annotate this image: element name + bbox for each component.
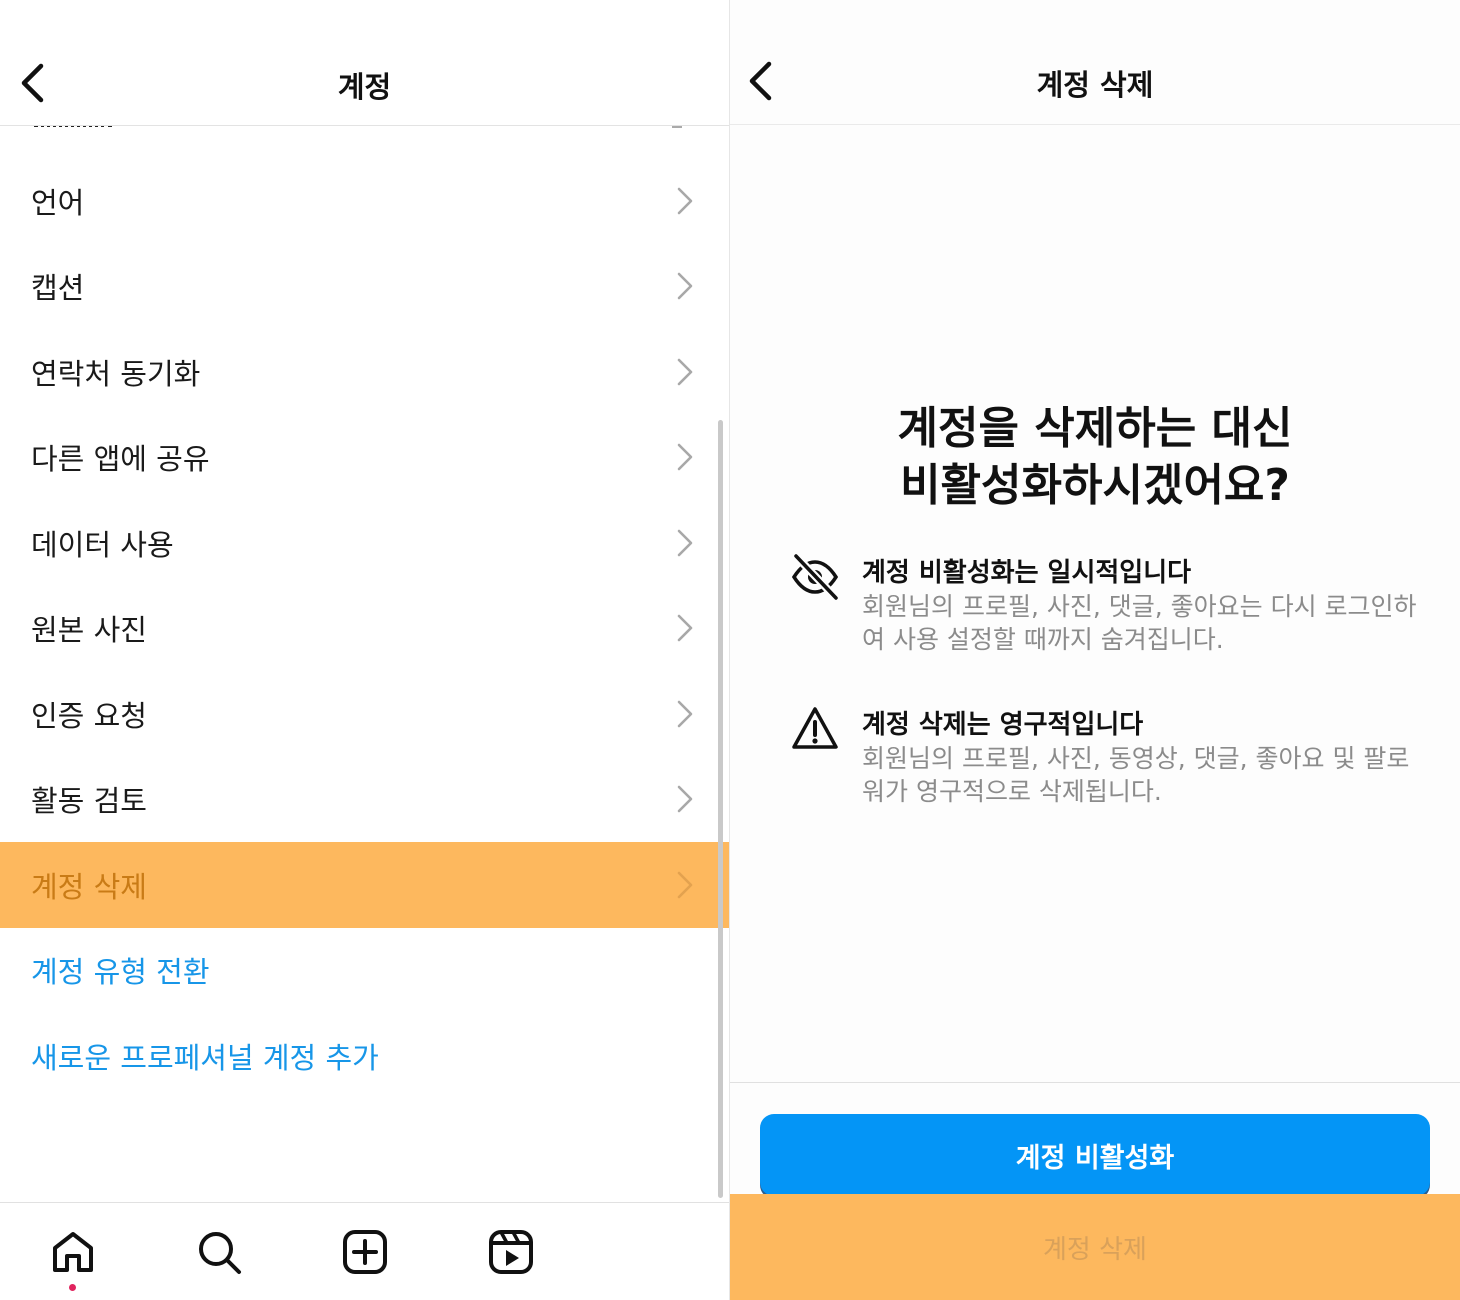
menu-item-label: 새로운 프로페셔널 계정 추가 (31, 1040, 379, 1075)
chevron-right-icon (677, 785, 693, 813)
left-header: 계정 (0, 0, 729, 126)
settings-menu: 언어 캡션 연락처 동기화 다른 앱에 공유 데이터 사용 원본 사진 인증 요… (0, 158, 729, 1099)
switch-account-type-link[interactable]: 계정 유형 전환 (0, 928, 729, 1014)
home-icon (53, 1232, 93, 1272)
menu-item-original-photos[interactable]: 원본 사진 (0, 586, 729, 672)
info-description: 회원님의 프로필, 사진, 댓글, 좋아요는 다시 로그인하여 사용 설정할 때… (862, 592, 1417, 654)
menu-item-request-verification[interactable]: 인증 요청 (0, 671, 729, 757)
page-title: 계정 (337, 70, 392, 104)
menu-item-label: 인증 요청 (31, 698, 147, 733)
chevron-right-icon (677, 529, 693, 557)
menu-item-label: 원본 사진 (31, 613, 147, 648)
chevron-right-icon (677, 700, 693, 728)
menu-item-label: 데이터 사용 (31, 527, 174, 562)
chevron-right-icon (677, 443, 693, 471)
deactivate-prompt-heading: 계정을 삭제하는 대신 비활성화하시겠어요? (730, 400, 1460, 514)
add-professional-account-link[interactable]: 새로운 프로페셔널 계정 추가 (0, 1013, 729, 1099)
reels-icon (489, 1230, 533, 1274)
info-title: 계정 삭제는 영구적입니다 (862, 710, 1144, 740)
chevron-right-icon (677, 187, 693, 215)
delete-account-button[interactable]: 계정 삭제 (730, 1194, 1460, 1300)
menu-item-data-usage[interactable]: 데이터 사용 (0, 500, 729, 586)
menu-item-label: 언어 (31, 185, 85, 220)
chevron-right-icon (677, 614, 693, 642)
notification-dot (69, 1284, 76, 1291)
page-title: 계정 삭제 (1036, 68, 1154, 102)
info-deletion-permanent: 계정 삭제는 영구적입니다 회원님의 프로필, 사진, 동영상, 댓글, 좋아요… (790, 704, 1410, 824)
menu-item-label: 계정 삭제 (31, 869, 147, 904)
heading-line-1: 계정을 삭제하는 대신 (897, 403, 1293, 454)
create-post-icon (343, 1230, 387, 1274)
tab-home[interactable] (46, 1225, 100, 1279)
menu-item-review-activity[interactable]: 활동 검토 (0, 757, 729, 843)
info-description: 회원님의 프로필, 사진, 동영상, 댓글, 좋아요 및 팔로워가 영구적으로 … (862, 744, 1410, 806)
menu-item-contact-sync[interactable]: 연락처 동기화 (0, 329, 729, 415)
tab-search[interactable] (192, 1225, 246, 1279)
info-deactivation-temporary: 계정 비활성화는 일시적입니다 회원님의 프로필, 사진, 댓글, 좋아요는 다… (790, 552, 1417, 672)
menu-item-share-to-other-apps[interactable]: 다른 앱에 공유 (0, 415, 729, 501)
menu-item-label: 계정 유형 전환 (31, 955, 210, 990)
tab-reels[interactable] (484, 1225, 538, 1279)
menu-item-label: 활동 검토 (31, 784, 147, 819)
eye-off-icon (791, 553, 839, 601)
bottom-tab-bar (0, 1202, 729, 1300)
menu-item-label: 연락처 동기화 (31, 356, 201, 391)
deactivate-account-button[interactable]: 계정 비활성화 (760, 1114, 1430, 1196)
tab-create[interactable] (338, 1225, 392, 1279)
info-title: 계정 비활성화는 일시적입니다 (862, 558, 1192, 588)
chevron-right-icon (677, 871, 693, 899)
menu-item-label: 다른 앱에 공유 (31, 442, 210, 477)
right-header: 계정 삭제 (730, 0, 1460, 125)
menu-item-label: 캡션 (31, 271, 85, 306)
menu-item-captions[interactable]: 캡션 (0, 244, 729, 330)
scrollbar[interactable] (718, 420, 723, 1198)
search-icon (199, 1232, 241, 1274)
chevron-right-icon (677, 358, 693, 386)
menu-item-language[interactable]: 언어 (0, 158, 729, 244)
chevron-right-icon (677, 272, 693, 300)
delete-account-screen: 계정 삭제 계정을 삭제하는 대신 비활성화하시겠어요? 계정 비활성화는 일시… (730, 0, 1460, 1300)
account-settings-screen: 계정 언어 캡션 연락처 동기화 다른 앱에 공유 데이터 사용 원본 사진 인… (0, 0, 730, 1300)
warning-icon (792, 707, 838, 749)
heading-line-2: 비활성화하시겠어요? (900, 460, 1290, 511)
menu-item-delete-account[interactable]: 계정 삭제 (0, 842, 729, 928)
divider (730, 1082, 1460, 1083)
